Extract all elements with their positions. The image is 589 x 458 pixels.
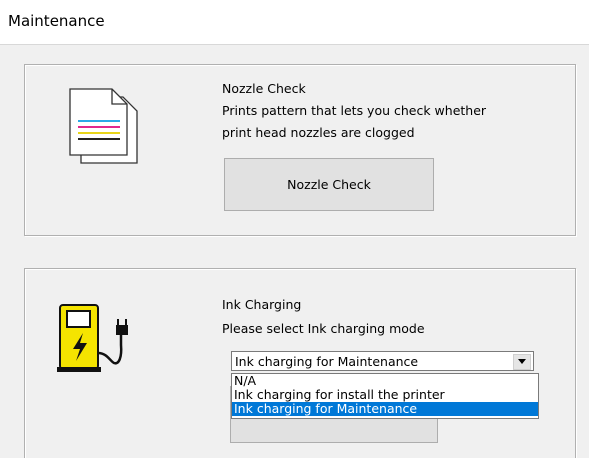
window-header: Maintenance (0, 0, 589, 45)
nozzle-check-button[interactable]: Nozzle Check (224, 158, 434, 211)
nozzle-check-description-line-2: print head nozzles are clogged (222, 125, 415, 140)
document-pages-icon (69, 88, 138, 164)
ink-charging-title: Ink Charging (222, 297, 302, 312)
dropdown-option-install-printer[interactable]: Ink charging for install the printer (232, 388, 538, 402)
ink-charging-panel: Ink Charging Please select Ink charging … (24, 268, 576, 458)
nozzle-check-title: Nozzle Check (222, 81, 306, 96)
ink-charging-mode-select[interactable]: Ink charging for Maintenance (231, 351, 534, 371)
dropdown-option-na[interactable]: N/A (232, 374, 538, 388)
dropdown-option-maintenance[interactable]: Ink charging for Maintenance (232, 402, 538, 416)
chevron-down-icon[interactable] (513, 354, 531, 370)
window-title: Maintenance (8, 12, 105, 30)
ink-charging-mode-select-value: Ink charging for Maintenance (235, 354, 419, 369)
ink-charging-mode-dropdown: N/A Ink charging for install the printer… (231, 373, 539, 419)
nozzle-check-panel: Nozzle Check Prints pattern that lets yo… (24, 64, 576, 236)
ink-charging-station-icon (57, 304, 128, 372)
ink-charging-description: Please select Ink charging mode (222, 321, 425, 336)
nozzle-check-description-line-1: Prints pattern that lets you check wheth… (222, 103, 487, 118)
